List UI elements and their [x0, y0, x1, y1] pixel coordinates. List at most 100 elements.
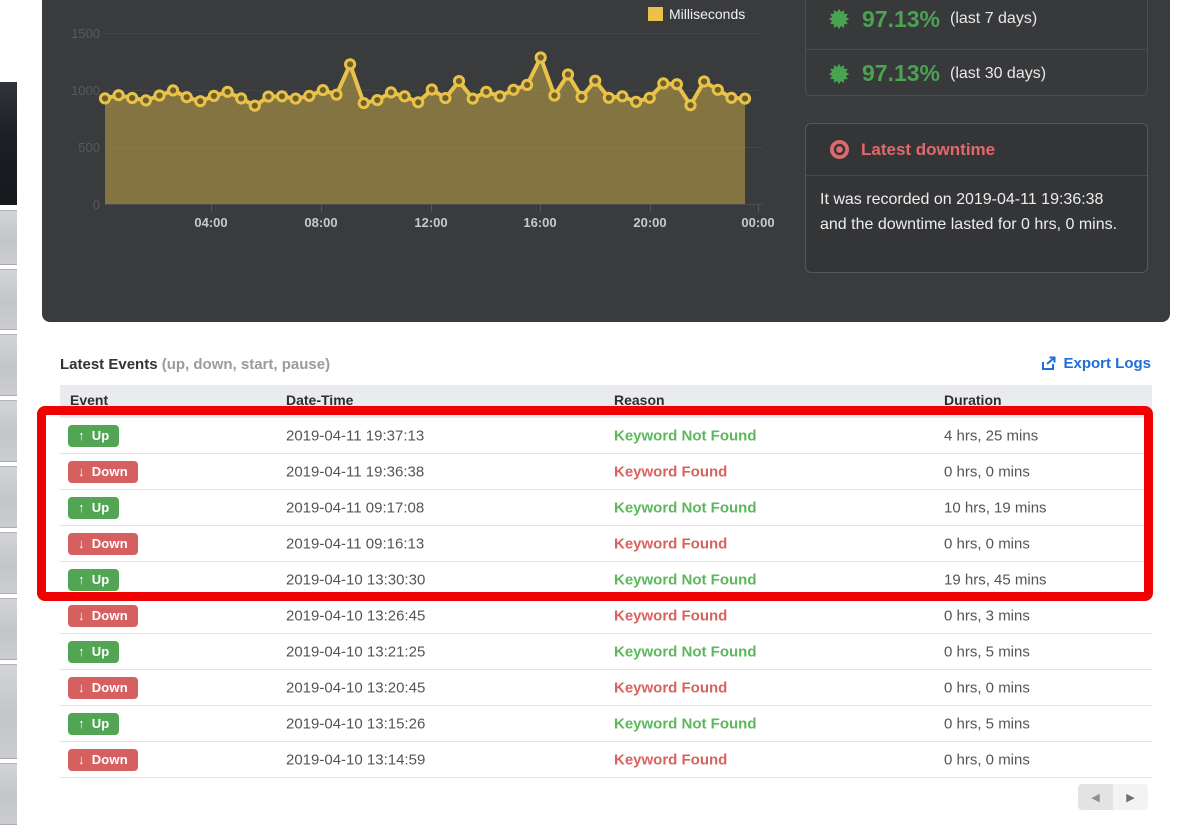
x-axis-tick-label: 12:00 [401, 215, 461, 230]
event-duration: 10 hrs, 19 mins [944, 499, 1047, 516]
down-arrow-icon: ↓ [78, 536, 85, 551]
event-reason: Keyword Found [614, 751, 727, 768]
event-datetime: 2019-04-10 13:15:26 [286, 715, 425, 732]
y-axis-tick-label: 1500 [56, 26, 100, 41]
chart-data-point [577, 92, 586, 101]
event-up-badge: ↑Up [68, 713, 119, 735]
response-time-chart [105, 20, 750, 212]
event-datetime: 2019-04-11 19:37:13 [286, 427, 424, 444]
chart-data-point [346, 60, 355, 69]
event-duration: 0 hrs, 0 mins [944, 679, 1030, 696]
event-up-badge: ↑ Up [68, 425, 119, 447]
chart-data-point [114, 91, 123, 100]
event-badge-label: Up [92, 716, 110, 731]
chart-data-point [454, 77, 463, 86]
export-logs-label: Export Logs [1063, 355, 1151, 372]
chart-data-point [100, 94, 109, 103]
x-axis-tick-label: 00:00 [728, 215, 788, 230]
up-arrow-icon: ↑ [78, 428, 85, 443]
chart-data-point [536, 53, 545, 62]
export-logs-link[interactable]: Export Logs [1040, 355, 1151, 372]
event-duration: 0 hrs, 5 mins [944, 643, 1030, 660]
uptime-stat-row: 97.13%(last 7 days) [806, 0, 1147, 43]
down-arrow-icon: ↓ [78, 608, 85, 623]
chart-data-point [318, 86, 327, 95]
x-axis-tick-label: 20:00 [620, 215, 680, 230]
chart-data-point [686, 101, 695, 110]
next-page-button[interactable]: ▶ [1113, 784, 1148, 810]
event-table-row: ↑Up2019-04-11 19:37:13Keyword Not Found4… [60, 418, 1152, 454]
event-down-badge: ↓Down [68, 677, 138, 699]
chart-data-point [591, 76, 600, 85]
left-edge-panel-card [0, 532, 17, 594]
chart-data-point [237, 94, 246, 103]
event-duration: 19 hrs, 45 mins [944, 571, 1047, 588]
latest-events-title-main: Latest Events [60, 356, 158, 373]
x-axis-tick [650, 205, 651, 212]
column-header-reason: Reason [614, 392, 665, 408]
event-badge-label: Down [92, 464, 128, 479]
chart-data-point [523, 80, 532, 89]
chart-data-point [495, 92, 504, 101]
chart-data-point [645, 93, 654, 102]
latest-downtime-title: Latest downtime [861, 140, 995, 160]
latest-events-title: Latest Events (up, down, start, pause) [60, 356, 330, 373]
prev-page-button[interactable]: ◀ [1078, 784, 1113, 810]
chart-data-point [509, 85, 518, 94]
event-badge-label: Down [92, 536, 128, 551]
chart-data-point [128, 93, 137, 102]
chart-data-point [427, 85, 436, 94]
event-datetime: 2019-04-10 13:26:45 [286, 607, 425, 624]
event-datetime: 2019-04-10 13:14:59 [286, 751, 425, 768]
event-badge-label: Up [92, 644, 110, 659]
event-reason: Keyword Not Found [614, 571, 757, 588]
event-duration: 0 hrs, 0 mins [944, 751, 1030, 768]
event-badge-label: Up [92, 428, 110, 443]
left-edge-panel-card [0, 400, 17, 462]
event-duration: 0 hrs, 0 mins [944, 463, 1030, 480]
uptime-stats-box: 97.13%(last 7 days)97.13%(last 30 days) [805, 0, 1148, 96]
left-edge-panel-card [0, 269, 17, 330]
uptime-percentage: 97.13% [862, 60, 940, 87]
event-reason: Keyword Not Found [614, 499, 757, 516]
events-table-header: EventDate-TimeReasonDuration [60, 385, 1152, 418]
chart-data-point [264, 92, 273, 101]
event-datetime: 2019-04-11 09:17:08 [286, 499, 424, 516]
up-arrow-icon: ↑ [78, 572, 85, 587]
column-header-date-time: Date-Time [286, 392, 353, 408]
event-table-row: ↓Down2019-04-11 19:36:38Keyword Found0 h… [60, 454, 1152, 490]
event-up-badge: ↑Up [68, 569, 119, 591]
event-up-badge: ↑Up [68, 497, 119, 519]
event-datetime: 2019-04-11 09:16:13 [286, 535, 424, 552]
column-header-event: Event [70, 392, 108, 408]
chart-data-point [414, 98, 423, 107]
event-reason: Keyword Not Found [614, 643, 757, 660]
y-axis-tick-label: 0 [56, 197, 100, 212]
event-datetime: 2019-04-10 13:30:30 [286, 571, 425, 588]
event-reason: Keyword Found [614, 607, 727, 624]
event-duration: 4 hrs, 25 mins [944, 427, 1038, 444]
event-table-row: ↓Down2019-04-11 09:16:13Keyword Found0 h… [60, 526, 1152, 562]
latest-downtime-text: It was recorded on 2019-04-11 19:36:38 a… [806, 176, 1147, 248]
legend-swatch-icon [648, 7, 663, 21]
down-arrow-icon: ↓ [78, 752, 85, 767]
uptime-period-label: (last 7 days) [950, 10, 1037, 28]
pagination: ◀ ▶ [1078, 784, 1148, 810]
down-arrow-icon: ↓ [78, 464, 85, 479]
chart-data-point [332, 90, 341, 99]
downtime-bullseye-icon [830, 140, 849, 159]
chart-data-point [196, 97, 205, 106]
left-edge-panel-card [0, 334, 17, 396]
x-axis-tick [540, 205, 541, 212]
chart-data-point [277, 92, 286, 101]
chart-data-point [223, 87, 232, 96]
event-table-row: ↑Up 2019-04-11 09:17:08 Keyword Not Found 1… [60, 490, 1152, 526]
chart-data-point [209, 91, 218, 100]
chart-data-point [400, 92, 409, 101]
event-badge-label: Down [92, 752, 128, 767]
x-axis-tick [758, 205, 759, 212]
up-arrow-icon: ↑ [78, 644, 85, 659]
event-table-row: ↓Down2019-04-10 13:26:45Keyword Found0 h… [60, 598, 1152, 634]
chart-data-point [618, 92, 627, 101]
chart-data-point [740, 94, 749, 103]
